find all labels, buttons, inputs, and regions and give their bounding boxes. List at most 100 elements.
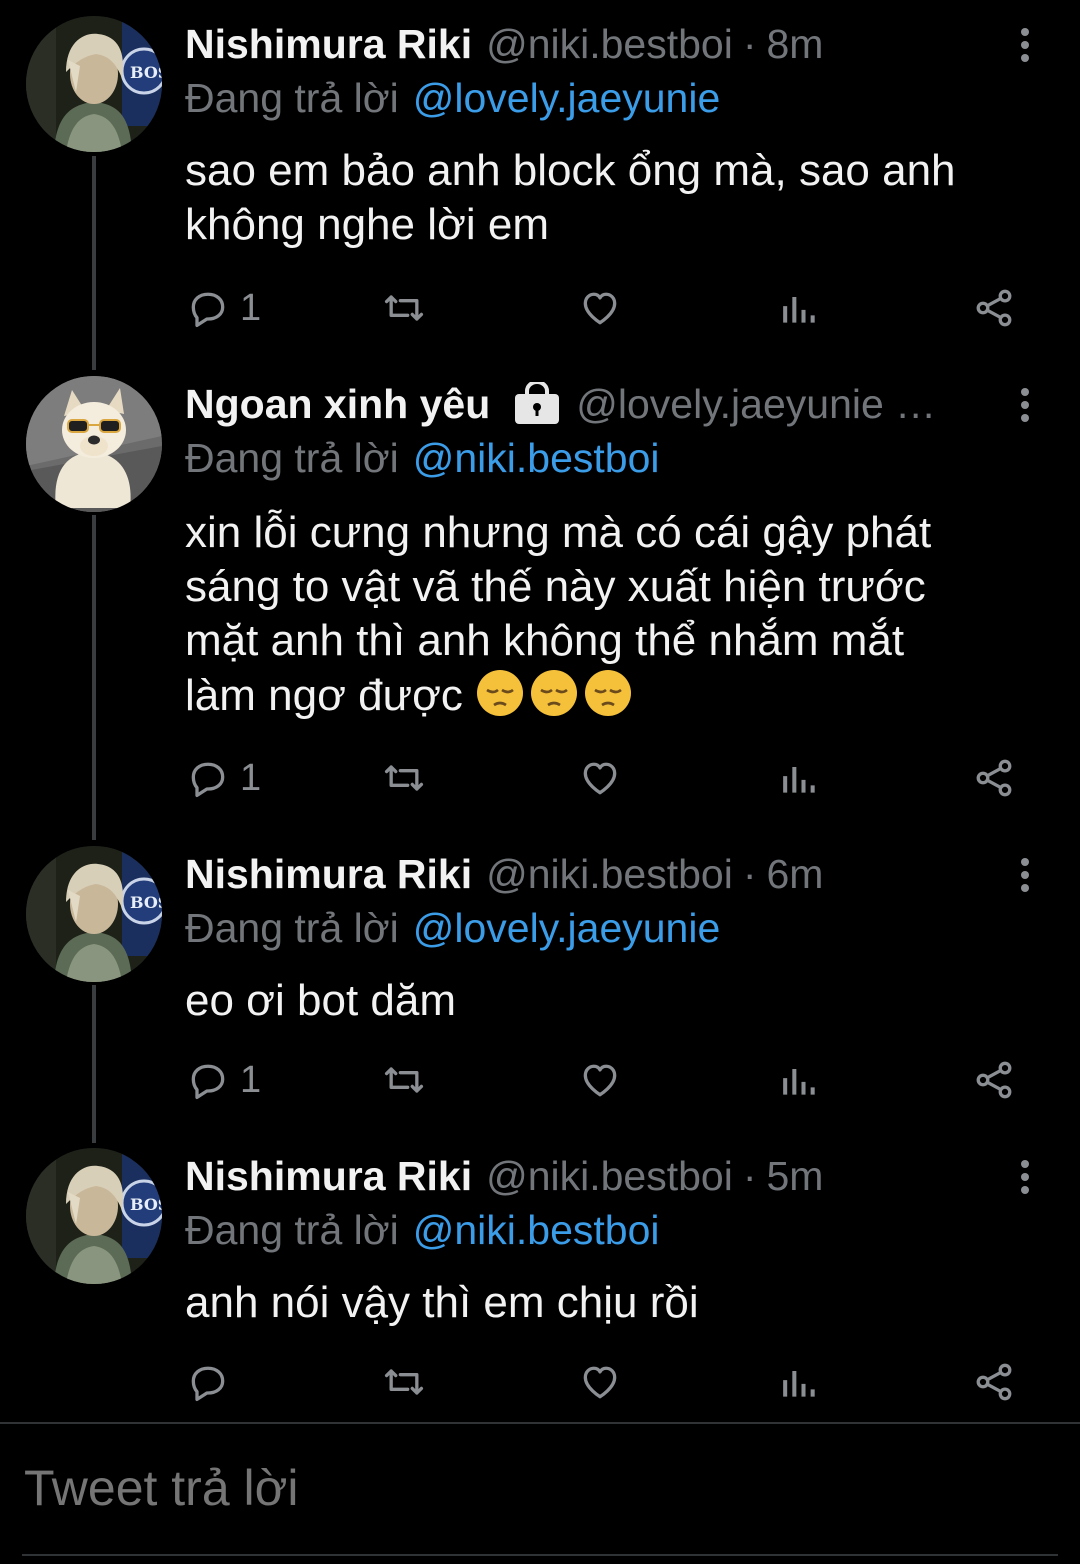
share-button[interactable]	[972, 1352, 1016, 1412]
share-button[interactable]	[972, 1050, 1016, 1110]
retweet-button[interactable]	[382, 1050, 426, 1110]
share-button[interactable]	[972, 278, 1016, 338]
replying-to-label: Đang trả lời	[185, 74, 399, 121]
timestamp[interactable]: 8m	[767, 21, 824, 68]
display-name[interactable]: Nishimura Riki	[185, 21, 472, 68]
share-icon	[976, 1363, 1012, 1401]
reply-button[interactable]: 1	[186, 1050, 261, 1110]
analytics-icon	[783, 767, 815, 793]
timestamp[interactable]: 6m	[767, 851, 824, 898]
display-name[interactable]: Nishimura Riki	[185, 1153, 472, 1200]
tweet-text-line: không nghe lời em	[185, 200, 549, 249]
username[interactable]: @niki.bestboi	[486, 851, 733, 898]
tweet-text: anh nói vậy thì em chịu rồi	[185, 1276, 1035, 1330]
tweet-reply-input[interactable]	[22, 1458, 1026, 1518]
tweet-actions: 1	[0, 748, 1080, 808]
username[interactable]: @niki.bestboi	[486, 21, 733, 68]
share-icon	[976, 759, 1012, 797]
composer-divider	[22, 1554, 1058, 1556]
reply-button[interactable]: 1	[186, 748, 261, 808]
pensive-face-emoji	[477, 670, 524, 716]
tweet-text: eo ơi bot dăm	[185, 974, 1035, 1028]
username[interactable]: @lovely.jaeyunie …	[576, 381, 936, 428]
tweet-actions: 1	[0, 1050, 1080, 1110]
replying-to: Đang trả lời @niki.bestboi	[185, 1202, 660, 1258]
analytics-button[interactable]	[776, 1352, 820, 1412]
tweet-header: Nishimura Riki @niki.bestboi · 5m	[185, 1148, 1000, 1204]
reply-icon	[191, 292, 225, 328]
tweet-text-line: eo ơi bot dăm	[185, 976, 457, 1025]
like-icon	[583, 1064, 617, 1097]
person-avatar[interactable]: BOSS	[26, 16, 162, 152]
like-icon	[583, 1366, 617, 1399]
share-button[interactable]	[972, 748, 1016, 808]
analytics-icon	[783, 1371, 815, 1397]
person-avatar[interactable]: BOSS	[26, 1148, 162, 1284]
like-button[interactable]	[578, 1050, 622, 1110]
like-button[interactable]	[578, 1352, 622, 1412]
replying-to-link[interactable]: @niki.bestboi	[413, 1207, 660, 1254]
tweet-header: Ngoan xinh yêu @lovely.jaeyunie …	[185, 376, 1000, 432]
replying-to-link[interactable]: @lovely.jaeyunie	[413, 75, 721, 122]
tweet-text-line: xin lỗi cưng nhưng mà có cái gậy phát	[185, 508, 932, 557]
share-icon	[976, 1061, 1012, 1099]
tweet-text: sao em bảo anh block ổng mà, sao anh khô…	[185, 144, 1035, 252]
tweet-text-fragment: làm ngơ được	[185, 671, 463, 720]
share-icon	[976, 289, 1012, 327]
tweet[interactable]: BOSS Nishimura Riki @niki.bestboi · 6m Đ…	[0, 846, 1080, 1116]
replying-to-link[interactable]: @niki.bestboi	[413, 435, 660, 482]
replying-to-label: Đang trả lời	[185, 434, 399, 481]
pensive-face-emoji	[531, 670, 578, 716]
reply-composer	[0, 1422, 1080, 1564]
tweet-text-line: làm ngơ được	[185, 668, 1035, 723]
tweet-text: xin lỗi cưng nhưng mà có cái gậy phát sá…	[185, 506, 1035, 723]
analytics-icon	[783, 297, 815, 323]
replying-to-link[interactable]: @lovely.jaeyunie	[413, 905, 721, 952]
svg-text:BOSS: BOSS	[130, 63, 162, 82]
reply-button[interactable]	[186, 1352, 240, 1412]
more-options-icon[interactable]	[1010, 28, 1040, 62]
analytics-button[interactable]	[776, 748, 820, 808]
analytics-icon	[783, 1069, 815, 1095]
tweet-header: Nishimura Riki @niki.bestboi · 8m	[185, 16, 1000, 72]
replying-to-label: Đang trả lời	[185, 1206, 399, 1253]
tweet[interactable]: Ngoan xinh yêu @lovely.jaeyunie … Đang t…	[0, 376, 1080, 816]
username[interactable]: @niki.bestboi	[486, 1153, 733, 1200]
display-name[interactable]: Nishimura Riki	[185, 851, 472, 898]
more-options-icon[interactable]	[1010, 858, 1040, 892]
person-avatar[interactable]: BOSS	[26, 846, 162, 982]
display-name[interactable]: Ngoan xinh yêu	[185, 381, 490, 428]
pensive-face-emoji	[585, 670, 632, 716]
retweet-icon	[384, 765, 424, 791]
replying-to-label: Đang trả lời	[185, 904, 399, 951]
tweet-header: Nishimura Riki @niki.bestboi · 6m	[185, 846, 1000, 902]
retweet-icon	[384, 1369, 424, 1395]
more-options-icon[interactable]	[1010, 1160, 1040, 1194]
separator-dot: ·	[742, 1152, 757, 1199]
separator-dot: ·	[742, 850, 757, 897]
tweet-text-line: mặt anh thì anh không thể nhắm mắt	[185, 616, 905, 665]
reply-count: 1	[240, 1058, 262, 1101]
tweet[interactable]: BOSS Nishimura Riki @niki.bestboi · 5m Đ…	[0, 1148, 1080, 1418]
timestamp[interactable]: 5m	[767, 1153, 824, 1200]
like-button[interactable]	[578, 278, 622, 338]
reply-icon	[191, 1064, 225, 1100]
svg-text:BOSS: BOSS	[130, 1195, 162, 1214]
retweet-button[interactable]	[382, 278, 426, 338]
reply-count: 1	[240, 286, 262, 329]
tweet-text-line: sao em bảo anh block ổng mà, sao anh	[185, 146, 956, 195]
reply-thread: BOSS Nishimura Riki @niki.bestboi · 8m Đ…	[0, 0, 1080, 1422]
reply-button[interactable]: 1	[186, 278, 261, 338]
like-button[interactable]	[578, 748, 622, 808]
separator-dot: ·	[742, 20, 757, 67]
like-icon	[583, 292, 617, 325]
analytics-button[interactable]	[776, 278, 820, 338]
tweet-actions	[0, 1352, 1080, 1412]
reply-icon	[191, 1366, 225, 1402]
analytics-button[interactable]	[776, 1050, 820, 1110]
retweet-button[interactable]	[382, 1352, 426, 1412]
retweet-button[interactable]	[382, 748, 426, 808]
dog-avatar[interactable]	[26, 376, 162, 512]
tweet[interactable]: BOSS Nishimura Riki @niki.bestboi · 8m Đ…	[0, 16, 1080, 346]
more-options-icon[interactable]	[1010, 388, 1040, 422]
